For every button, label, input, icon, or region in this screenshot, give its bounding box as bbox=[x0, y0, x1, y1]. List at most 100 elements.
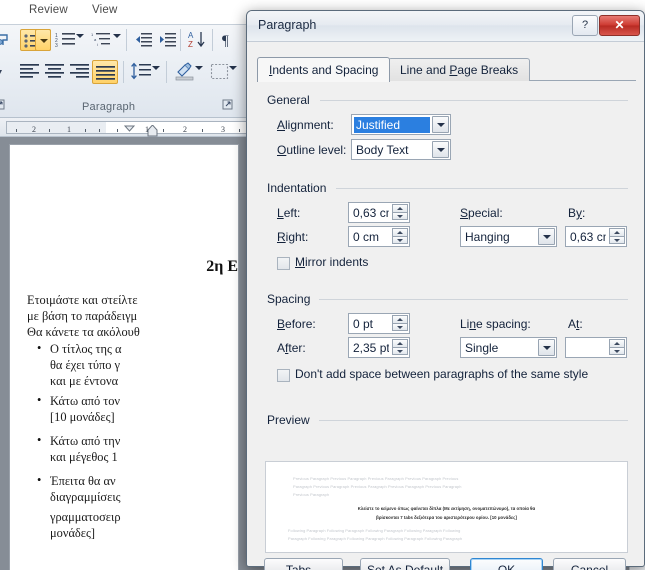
decrease-indent-button[interactable] bbox=[133, 31, 153, 49]
chevron-down-icon bbox=[436, 147, 445, 152]
list-item: διαγραμμίσεις bbox=[50, 490, 121, 504]
special-dropdown-arrow[interactable] bbox=[538, 228, 555, 245]
tab-indents-and-spacing[interactable]: Indents and Spacing bbox=[257, 57, 391, 82]
stepper-down-icon[interactable] bbox=[609, 347, 625, 355]
help-button[interactable]: ? bbox=[572, 15, 598, 36]
bullets-dropdown-button[interactable] bbox=[35, 29, 51, 51]
ribbon-tab-review[interactable]: Review bbox=[29, 4, 68, 16]
paragraph-group-label: Paragraph bbox=[82, 101, 136, 113]
preview-previous-line: Paragraph Previous Paragraph Previous Pa… bbox=[293, 484, 462, 489]
stepper-down-icon[interactable] bbox=[609, 236, 625, 244]
alignment-value: Justified bbox=[354, 117, 430, 133]
indent-left-spinner[interactable]: 0,63 cm bbox=[348, 202, 410, 223]
mirror-indents-checkbox[interactable] bbox=[277, 257, 290, 270]
list-item: Κάτω από τον bbox=[50, 394, 121, 408]
list-item: μονάδες] bbox=[50, 526, 96, 540]
stepper-up-icon[interactable] bbox=[392, 315, 408, 323]
align-left-button[interactable] bbox=[19, 63, 41, 80]
spacing-after-stepper[interactable] bbox=[392, 339, 408, 356]
font-dialog-launcher-icon[interactable] bbox=[0, 99, 6, 111]
stepper-up-icon[interactable] bbox=[392, 339, 408, 347]
svg-text:A: A bbox=[188, 31, 194, 40]
tab-indents-and-spacing-label: ndents and Spacing bbox=[272, 63, 379, 77]
paragraph-dialog-launcher-icon[interactable] bbox=[222, 99, 234, 111]
ribbon-divider bbox=[123, 61, 124, 83]
document-page[interactable]: 2η Ε Ετοιμάστε και στείλτε με βάση το πα… bbox=[10, 145, 238, 570]
shading-button[interactable] bbox=[174, 62, 196, 81]
list-item: Έπειτα θα αν bbox=[50, 474, 116, 488]
indent-right-label: Right: bbox=[277, 230, 309, 244]
by-stepper[interactable] bbox=[609, 228, 625, 245]
stepper-up-icon[interactable] bbox=[609, 339, 625, 347]
multilevel-list-button[interactable]: 1 a i bbox=[91, 31, 115, 49]
align-right-button[interactable] bbox=[69, 63, 91, 80]
line-spacing-dropdown-icon[interactable] bbox=[152, 66, 160, 70]
chevron-down-icon bbox=[436, 122, 445, 127]
chevron-down-icon bbox=[542, 234, 551, 239]
stepper-down-icon[interactable] bbox=[392, 323, 408, 331]
list-item: Ο τίτλος της α bbox=[50, 342, 122, 356]
stepper-up-icon[interactable] bbox=[609, 228, 625, 236]
general-group-rule bbox=[320, 100, 628, 101]
paragraph-dialog: Paragraph ? ✕ Indents and Spacing Line a… bbox=[246, 10, 645, 570]
format-painter-icon[interactable] bbox=[0, 31, 14, 49]
dialog-title-bar[interactable]: Paragraph ? ✕ bbox=[247, 11, 644, 42]
alignment-dropdown-arrow[interactable] bbox=[432, 116, 449, 133]
sort-button[interactable]: A Z bbox=[187, 30, 209, 50]
ruler-tick: 3 bbox=[221, 125, 225, 134]
numbering-button[interactable]: 1 2 3 bbox=[55, 31, 77, 49]
stepper-down-icon[interactable] bbox=[392, 212, 408, 220]
indent-right-spinner[interactable]: 0 cm bbox=[348, 226, 410, 247]
line-spacing-value: Single bbox=[465, 341, 499, 355]
set-as-default-button[interactable]: Set As Default bbox=[360, 558, 450, 570]
preview-previous-line: Previous Paragraph Previous Paragraph Pr… bbox=[293, 476, 459, 481]
ok-button[interactable]: OK bbox=[470, 558, 543, 570]
first-line-indent-marker[interactable] bbox=[123, 119, 136, 137]
shading-dropdown-icon[interactable] bbox=[195, 66, 203, 70]
align-center-button[interactable] bbox=[44, 63, 66, 80]
cancel-button[interactable]: Cancel bbox=[553, 558, 626, 570]
borders-button[interactable] bbox=[210, 63, 230, 80]
stepper-down-icon[interactable] bbox=[392, 347, 408, 355]
spacing-group-rule bbox=[319, 299, 628, 300]
at-stepper[interactable] bbox=[609, 339, 625, 356]
outline-level-combobox[interactable]: Body Text bbox=[351, 139, 451, 160]
dialog-tab-strip: Indents and Spacing Line and Page Breaks bbox=[257, 57, 636, 82]
list-bullet: • bbox=[37, 433, 42, 447]
spacing-before-spinner[interactable]: 0 pt bbox=[348, 313, 410, 334]
close-button[interactable]: ✕ bbox=[599, 15, 640, 36]
special-combobox[interactable]: Hanging bbox=[460, 226, 557, 247]
line-spacing-combobox[interactable]: Single bbox=[460, 337, 557, 358]
tab-line-and-page-breaks[interactable]: Line and Page Breaks bbox=[388, 58, 531, 81]
alignment-combobox[interactable]: Justified bbox=[351, 114, 451, 135]
chevron-down-icon bbox=[542, 345, 551, 350]
justify-button[interactable] bbox=[92, 60, 118, 84]
stepper-up-icon[interactable] bbox=[392, 228, 408, 236]
stepper-up-icon[interactable] bbox=[392, 204, 408, 212]
indentation-group-rule bbox=[336, 188, 628, 189]
by-spinner[interactable]: 0,63 cm bbox=[565, 226, 627, 247]
list-item: Κάτω από την bbox=[50, 434, 121, 448]
at-spinner[interactable] bbox=[565, 337, 627, 358]
svg-text:3: 3 bbox=[55, 43, 58, 49]
outline-level-dropdown-arrow[interactable] bbox=[432, 141, 449, 158]
spacing-after-spinner[interactable]: 2,35 pt bbox=[348, 337, 410, 358]
indent-right-stepper[interactable] bbox=[392, 228, 408, 245]
ribbon-tab-view[interactable]: View bbox=[92, 4, 118, 16]
indent-left-stepper[interactable] bbox=[392, 204, 408, 221]
show-formatting-marks-button[interactable]: ¶ bbox=[219, 29, 237, 49]
tabs-button[interactable]: Tabs... bbox=[264, 558, 343, 570]
font-color-dropdown-icon[interactable] bbox=[0, 65, 11, 79]
line-spacing-button[interactable] bbox=[130, 62, 154, 81]
preview-panel: Previous Paragraph Previous Paragraph Pr… bbox=[265, 461, 628, 553]
increase-indent-button[interactable] bbox=[157, 31, 177, 49]
stepper-down-icon[interactable] bbox=[392, 236, 408, 244]
spacing-before-stepper[interactable] bbox=[392, 315, 408, 332]
preview-previous-line: Previous Paragraph bbox=[293, 492, 330, 497]
multilevel-list-dropdown-icon[interactable] bbox=[113, 34, 121, 38]
dont-add-space-checkbox[interactable] bbox=[277, 369, 290, 382]
dialog-title: Paragraph bbox=[258, 18, 317, 32]
line-spacing-dropdown-arrow[interactable] bbox=[538, 339, 555, 356]
numbering-dropdown-icon[interactable] bbox=[76, 34, 84, 38]
borders-dropdown-icon[interactable] bbox=[229, 66, 237, 70]
